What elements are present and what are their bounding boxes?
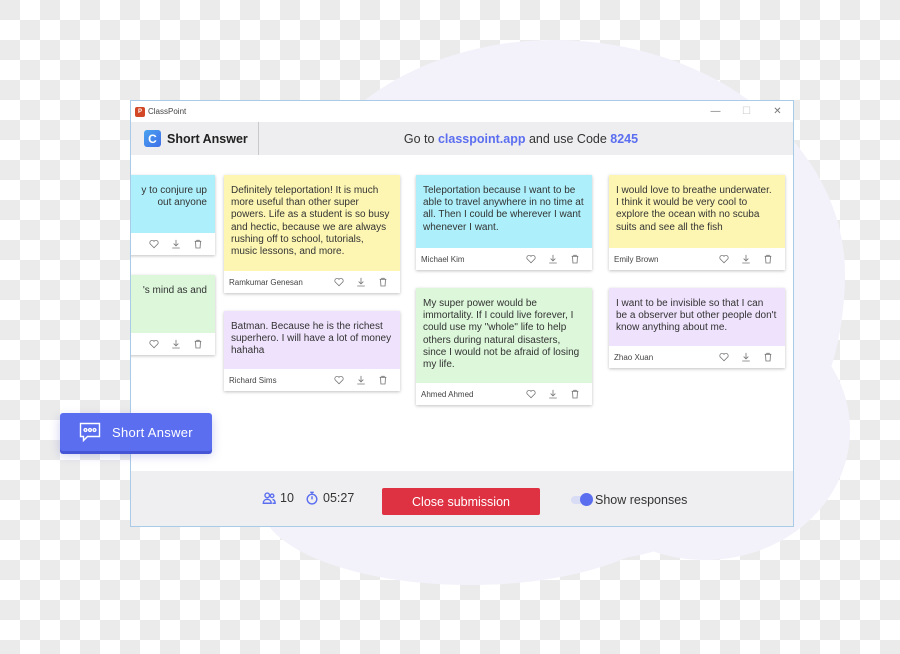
author-name: Michael Kim [421,254,465,264]
stopwatch-icon [306,491,318,505]
card-footer: Emily Brown [609,248,785,270]
response-text: Teleportation because I want to be able … [416,175,592,248]
classpoint-logo-icon: C [144,130,161,147]
trash-icon[interactable] [564,389,586,400]
download-icon[interactable] [350,375,372,386]
response-text: 's mind as and [131,275,215,333]
speech-bubble-icon [79,422,101,443]
response-card[interactable]: My super power would be immortality. If … [416,288,592,405]
card-footer [131,233,215,255]
heart-icon[interactable] [328,277,350,288]
toggle-switch[interactable] [571,493,593,506]
heart-icon[interactable] [713,254,735,265]
response-card[interactable]: I want to be invisible so that I can be … [609,288,785,368]
trash-icon[interactable] [757,352,779,363]
response-text: Batman. Because he is the richest superh… [224,311,400,369]
response-text: I want to be invisible so that I can be … [609,288,785,346]
toggle-knob [580,493,593,506]
heart-icon[interactable] [328,375,350,386]
timer: 05:27 [305,491,354,505]
trash-icon[interactable] [757,254,779,265]
heart-icon[interactable] [143,339,165,350]
activity-header: C Short Answer Go to classpoint.app and … [131,122,793,155]
join-instructions: Go to classpoint.app and use Code 8245 [259,132,793,146]
close-submission-button[interactable]: Close submission [382,488,540,515]
download-icon[interactable] [350,277,372,288]
responses-grid: y to conjure up out anyone 's mind as and… [131,155,793,471]
card-footer: Michael Kim [416,248,592,270]
timer-value: 05:27 [323,491,355,505]
minimize-button[interactable]: — [700,101,731,122]
author-name: Emily Brown [614,254,659,264]
card-footer: Ahmed Ahmed [416,383,592,405]
heart-icon[interactable] [713,352,735,363]
download-icon[interactable] [542,254,564,265]
activity-title: Short Answer [167,131,248,146]
trash-icon[interactable] [372,375,394,386]
card-footer [131,333,215,355]
trash-icon[interactable] [187,239,209,250]
card-footer: Zhao Xuan [609,346,785,368]
classpoint-window: P ClassPoint — ☐ ✕ C Short Answer Go to … [130,100,794,527]
participant-count: 10 [262,491,294,505]
response-text: My super power would be immortality. If … [416,288,592,383]
response-text: y to conjure up out anyone [131,175,215,233]
response-card[interactable]: Teleportation because I want to be able … [416,175,592,270]
title-bar: P ClassPoint — ☐ ✕ [131,101,793,122]
download-icon[interactable] [735,352,757,363]
download-icon[interactable] [165,339,187,350]
download-icon[interactable] [165,239,187,250]
trash-icon[interactable] [564,254,586,265]
download-icon[interactable] [542,389,564,400]
join-url[interactable]: classpoint.app [438,132,526,146]
instruction-prefix: Go to [403,131,438,146]
heart-icon[interactable] [143,239,165,250]
instruction-middle: and use Code [525,131,611,146]
class-code: 8245 [610,131,639,146]
author-name: Zhao Xuan [614,352,654,362]
trash-icon[interactable] [187,339,209,350]
response-card[interactable]: 's mind as and [131,275,215,355]
show-responses-toggle[interactable]: Show responses [571,493,687,507]
footer-bar: 10 05:27 Close submission Show responses [131,471,793,526]
author-name: Ahmed Ahmed [421,389,474,399]
heart-icon[interactable] [520,254,542,265]
toggle-label: Show responses [595,493,688,507]
maximize-button[interactable]: ☐ [731,101,762,122]
author-name: Richard Sims [229,375,277,385]
response-text: Definitely teleportation! It is much mor… [224,175,400,271]
participant-count-value: 10 [280,491,294,505]
response-card[interactable]: Definitely teleportation! It is much mor… [224,175,400,293]
badge-label: Short Answer [112,424,193,440]
card-footer: Ramkumar Genesan [224,271,400,293]
close-window-button[interactable]: ✕ [762,101,793,122]
response-card[interactable]: Batman. Because he is the richest superh… [224,311,400,391]
participants-icon [262,492,276,504]
short-answer-badge: Short Answer [60,413,212,451]
response-card[interactable]: I would love to breathe underwater. I th… [609,175,785,270]
trash-icon[interactable] [372,277,394,288]
download-icon[interactable] [735,254,757,265]
response-card[interactable]: y to conjure up out anyone [131,175,215,255]
window-title: ClassPoint [148,107,187,116]
card-footer: Richard Sims [224,369,400,391]
powerpoint-logo-icon: P [135,106,145,117]
heart-icon[interactable] [520,389,542,400]
response-text: I would love to breathe underwater. I th… [609,175,785,248]
author-name: Ramkumar Genesan [229,277,303,287]
